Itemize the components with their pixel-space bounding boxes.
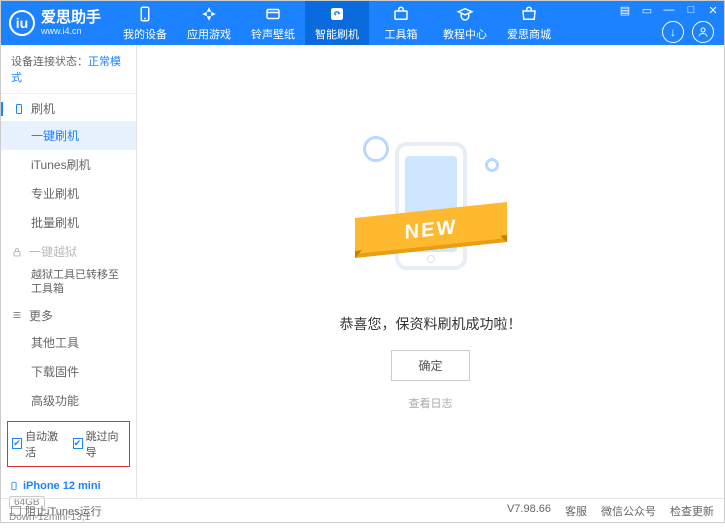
wallet-icon bbox=[264, 5, 282, 23]
success-message: 恭喜您，保资料刷机成功啦！ bbox=[340, 314, 522, 334]
nav-ringtones[interactable]: 铃声壁纸 bbox=[241, 1, 305, 45]
apps-icon bbox=[200, 5, 218, 23]
auto-activate-checkbox[interactable]: ✔自动激活 bbox=[12, 428, 65, 460]
sidebar-item-itunes-flash[interactable]: iTunes刷机 bbox=[1, 150, 136, 179]
nav-label: 应用游戏 bbox=[187, 26, 231, 42]
main-content: NEW 恭喜您，保资料刷机成功啦！ 确定 查看日志 bbox=[137, 45, 724, 498]
nav-store[interactable]: 爱思商城 bbox=[497, 1, 561, 45]
nav-label: 铃声壁纸 bbox=[251, 26, 295, 42]
group-jailbreak: 一键越狱 bbox=[1, 237, 136, 264]
nav-label: 工具箱 bbox=[385, 26, 418, 42]
store-icon bbox=[520, 5, 538, 23]
ok-button[interactable]: 确定 bbox=[391, 350, 469, 381]
main-nav: 我的设备 应用游戏 铃声壁纸 智能刷机 工具箱 教程中心 爱思商城 bbox=[113, 1, 561, 45]
checkbox-label: 跳过向导 bbox=[86, 428, 125, 460]
refresh-icon bbox=[328, 5, 346, 23]
group-label: 刷机 bbox=[31, 100, 55, 117]
view-log-link[interactable]: 查看日志 bbox=[409, 395, 453, 411]
customer-service-link[interactable]: 客服 bbox=[565, 503, 587, 519]
graduate-icon bbox=[456, 5, 474, 23]
jailbreak-note: 越狱工具已转移至工具箱 bbox=[1, 264, 136, 301]
nav-toolbox[interactable]: 工具箱 bbox=[369, 1, 433, 45]
sidebar-item-other-tools[interactable]: 其他工具 bbox=[1, 328, 136, 357]
version-label: V7.98.66 bbox=[507, 503, 551, 519]
nav-my-device[interactable]: 我的设备 bbox=[113, 1, 177, 45]
group-label: 更多 bbox=[29, 307, 53, 324]
nav-label: 智能刷机 bbox=[315, 26, 359, 42]
menu-button[interactable]: ▤ bbox=[614, 1, 636, 19]
status-label: 设备连接状态： bbox=[11, 56, 88, 68]
phone-icon bbox=[13, 103, 25, 115]
sidebar-item-advanced[interactable]: 高级功能 bbox=[1, 386, 136, 415]
nav-label: 教程中心 bbox=[443, 26, 487, 42]
sidebar: 设备连接状态：正常模式 刷机 一键刷机 iTunes刷机 专业刷机 批量刷机 一… bbox=[1, 45, 137, 498]
group-label: 一键越狱 bbox=[29, 243, 77, 260]
nav-flash[interactable]: 智能刷机 bbox=[305, 1, 369, 45]
checkbox-icon: ✔ bbox=[12, 438, 22, 449]
phone-icon bbox=[9, 479, 19, 493]
app-title: 爱思助手 bbox=[41, 10, 101, 25]
menu-icon bbox=[11, 309, 23, 321]
group-more: 更多 bbox=[1, 301, 136, 328]
success-illustration: NEW bbox=[361, 132, 501, 292]
checkbox-icon bbox=[11, 506, 21, 516]
nav-label: 我的设备 bbox=[123, 26, 167, 42]
sidebar-item-download-firmware[interactable]: 下载固件 bbox=[1, 357, 136, 386]
minimize-button[interactable]: — bbox=[658, 1, 680, 19]
lock-icon bbox=[11, 246, 23, 258]
phone-icon bbox=[136, 5, 154, 23]
skin-button[interactable]: ▭ bbox=[636, 1, 658, 19]
sidebar-item-pro-flash[interactable]: 专业刷机 bbox=[1, 179, 136, 208]
device-name-label: iPhone 12 mini bbox=[23, 480, 101, 492]
sidebar-item-oneclick-flash[interactable]: 一键刷机 bbox=[1, 121, 136, 150]
sidebar-item-batch-flash[interactable]: 批量刷机 bbox=[1, 208, 136, 237]
checkbox-icon: ✔ bbox=[73, 438, 83, 449]
options-box: ✔自动激活 ✔跳过向导 bbox=[7, 421, 130, 467]
skip-guide-checkbox[interactable]: ✔跳过向导 bbox=[73, 428, 126, 460]
toolbox-icon bbox=[392, 5, 410, 23]
maximize-button[interactable]: □ bbox=[680, 1, 702, 19]
new-ribbon: NEW bbox=[355, 202, 507, 258]
app-logo: iu 爱思助手 www.i4.cn bbox=[9, 10, 101, 36]
user-icon[interactable] bbox=[692, 21, 714, 43]
check-update-link[interactable]: 检查更新 bbox=[670, 503, 714, 519]
close-button[interactable]: ✕ bbox=[702, 1, 724, 19]
checkbox-label: 自动激活 bbox=[25, 428, 64, 460]
nav-label: 爱思商城 bbox=[507, 26, 551, 42]
download-icon[interactable]: ↓ bbox=[662, 21, 684, 43]
nav-tutorials[interactable]: 教程中心 bbox=[433, 1, 497, 45]
checkbox-label: 阻止iTunes运行 bbox=[25, 503, 102, 519]
group-flash: 刷机 bbox=[1, 94, 136, 121]
nav-apps[interactable]: 应用游戏 bbox=[177, 1, 241, 45]
logo-icon: iu bbox=[9, 10, 35, 36]
connection-status: 设备连接状态：正常模式 bbox=[1, 45, 136, 94]
app-subtitle: www.i4.cn bbox=[41, 27, 101, 36]
block-itunes-checkbox[interactable]: 阻止iTunes运行 bbox=[11, 503, 102, 519]
wechat-link[interactable]: 微信公众号 bbox=[601, 503, 656, 519]
status-bar: 阻止iTunes运行 V7.98.66 客服 微信公众号 检查更新 bbox=[1, 498, 724, 522]
